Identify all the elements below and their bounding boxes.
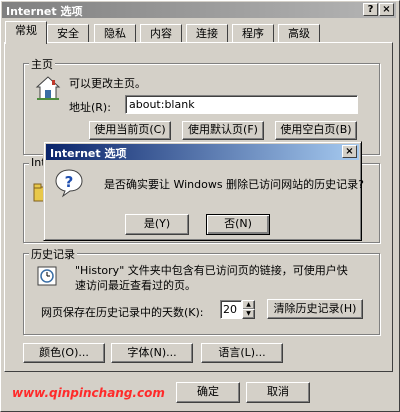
window-title: Internet 选项 bbox=[6, 5, 83, 18]
history-days-label: 网页保存在历史记录中的天数(K): bbox=[41, 306, 204, 319]
use-default-button[interactable]: 使用默认页(F) bbox=[182, 121, 264, 140]
svg-text:?: ? bbox=[65, 173, 74, 191]
clear-history-button[interactable]: 清除历史记录(H) bbox=[267, 299, 363, 319]
history-icon bbox=[37, 266, 57, 286]
colors-button[interactable]: 颜色(O)... bbox=[23, 343, 105, 363]
tab-privacy[interactable]: 隐私 bbox=[94, 24, 136, 43]
dialog-no-button[interactable]: 否(N) bbox=[206, 214, 270, 235]
dialog-close-button[interactable]: × bbox=[342, 145, 357, 158]
dialog-title-bar: Internet 选项 × bbox=[46, 144, 359, 160]
address-input[interactable]: about:blank bbox=[125, 95, 358, 114]
window-title-bar: Internet 选项 ? × bbox=[2, 2, 396, 18]
spin-down-icon[interactable]: ▼ bbox=[242, 309, 255, 319]
history-description-line2: 速访问最近查看过的页。 bbox=[75, 279, 196, 292]
history-days-spinner[interactable]: ▲ ▼ bbox=[242, 300, 255, 319]
tab-advanced[interactable]: 高级 bbox=[278, 24, 320, 43]
dialog-title: Internet 选项 bbox=[50, 147, 127, 160]
tab-connections[interactable]: 连接 bbox=[186, 24, 228, 43]
history-description-line1: "History" 文件夹中包含有已访问页的链接，可使用户快 bbox=[75, 264, 348, 277]
address-label: 地址(R): bbox=[69, 101, 111, 114]
fonts-button[interactable]: 字体(N)... bbox=[111, 343, 193, 363]
history-days-input[interactable]: 20 bbox=[220, 300, 242, 319]
ok-button[interactable]: 确定 bbox=[176, 382, 240, 403]
help-button[interactable]: ? bbox=[363, 3, 378, 16]
history-legend: 历史记录 bbox=[29, 246, 77, 262]
homepage-legend: 主页 bbox=[29, 56, 55, 72]
languages-button[interactable]: 语言(L)... bbox=[201, 343, 283, 363]
use-current-button[interactable]: 使用当前页(C) bbox=[89, 121, 171, 140]
close-button[interactable]: × bbox=[379, 3, 394, 16]
tab-content[interactable]: 内容 bbox=[140, 24, 182, 43]
question-icon: ? bbox=[55, 169, 83, 198]
use-blank-button[interactable]: 使用空白页(B) bbox=[275, 121, 357, 140]
tab-programs[interactable]: 程序 bbox=[232, 24, 274, 43]
watermark-text: www.qinpinchang.com bbox=[12, 386, 165, 400]
cancel-button[interactable]: 取消 bbox=[246, 382, 310, 403]
dialog-yes-button[interactable]: 是(Y) bbox=[125, 214, 189, 235]
tab-general[interactable]: 常规 bbox=[5, 21, 47, 44]
homepage-description: 可以更改主页。 bbox=[69, 77, 146, 90]
house-icon bbox=[35, 76, 61, 100]
tab-security[interactable]: 安全 bbox=[47, 24, 89, 43]
dialog-message: 是否确实要让 Windows 删除已访问网站的历史记录? bbox=[104, 178, 364, 191]
